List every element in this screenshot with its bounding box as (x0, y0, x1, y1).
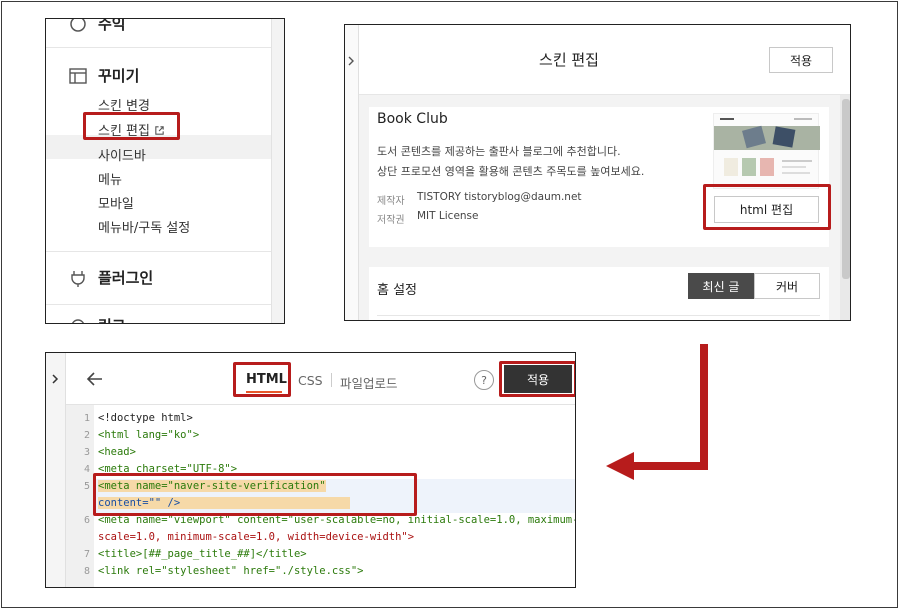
collapse-side[interactable] (46, 353, 66, 587)
tab-css[interactable]: CSS (298, 373, 323, 388)
tab-divider (331, 373, 332, 387)
highlight-box-skin-edit (83, 112, 180, 140)
code-line: <link rel="stylesheet" href="./style.css… (98, 565, 364, 577)
line-number: 1 (83, 413, 90, 424)
license-value: MIT License (417, 210, 479, 222)
arrow-head (606, 452, 634, 480)
license-label: 저작권 (377, 215, 405, 226)
link-icon (68, 316, 88, 323)
line-number: 7 (83, 549, 90, 560)
sidebar-section-label: 수익 (98, 18, 126, 33)
home-settings-card: 홈 설정 최신 글 커버 (369, 267, 829, 320)
sidebar-section-decor[interactable]: 꾸미기 (68, 65, 139, 86)
sidebar-item-menu[interactable]: 메뉴 (98, 169, 122, 188)
divider (46, 251, 271, 252)
arrow-vertical (700, 344, 708, 470)
collapse-side[interactable] (345, 25, 359, 320)
skin-editor-header: 스킨 편집 적용 (359, 25, 850, 95)
line-number: 3 (83, 447, 90, 458)
scrollbar[interactable] (840, 95, 850, 320)
line-number: 2 (83, 430, 90, 441)
line-number: 4 (83, 464, 90, 475)
sidebar-section-label: 플러그인 (98, 269, 154, 287)
code-line: <html lang="ko"> (98, 429, 200, 441)
apply-button[interactable]: 적용 (769, 47, 833, 73)
tab-file-upload[interactable]: 파일업로드 (340, 373, 398, 392)
scrollbar-thumb[interactable] (842, 99, 850, 279)
maker-label: 제작자 (377, 196, 405, 207)
line-number: 6 (83, 515, 90, 526)
highlight-box-html-edit (703, 184, 831, 230)
sidebar-item-mobile[interactable]: 모바일 (98, 193, 134, 212)
sidebar-panel: 수익 꾸미기 스킨 변경 스킨 편집 사이드바 메뉴 모바일 메뉴바/구독 설정… (45, 18, 285, 324)
skin-editor-panel: 스킨 편집 적용 Book Club 도서 콘텐츠를 제공하는 출판사 블로그에… (344, 24, 851, 321)
tab-cover[interactable]: 커버 (754, 273, 820, 299)
code-line: <head> (98, 446, 136, 458)
tab-recent-posts[interactable]: 최신 글 (688, 273, 754, 299)
sidebar-item-sidebar[interactable]: 사이드바 (98, 145, 146, 164)
sidebar-section-revenue[interactable]: 수익 (68, 18, 126, 34)
divider (377, 315, 820, 316)
skin-description-1: 도서 콘텐츠를 제공하는 출판사 블로그에 추천합니다. (377, 145, 621, 158)
line-number-gutter: 1 2 3 4 5 6 7 8 (66, 405, 94, 587)
back-arrow-icon[interactable] (84, 368, 106, 390)
highlight-box-html-tab (233, 362, 291, 397)
chevron-right-icon (52, 374, 59, 384)
sidebar-scroll-gutter (271, 19, 284, 323)
code-line: <title>[##_page_title_##]</title> (98, 548, 307, 560)
line-number: 8 (83, 566, 90, 577)
divider (46, 304, 271, 305)
layout-icon (68, 66, 88, 86)
divider (46, 47, 271, 48)
sidebar-section-link[interactable]: 링크 (68, 315, 126, 323)
help-icon[interactable]: ? (474, 370, 494, 390)
highlight-box-meta-tag (93, 473, 417, 516)
code-line: scale=1.0, minimum-scale=1.0, width=devi… (98, 531, 415, 543)
html-editor-panel: HTML CSS 파일업로드 ? 적용 1 2 3 4 5 6 7 8 <!do… (45, 352, 576, 588)
sidebar-section-label: 링크 (98, 315, 126, 323)
line-number: 5 (83, 481, 90, 492)
code-line: <!doctype html> (98, 412, 193, 424)
maker-value: TISTORY tistoryblog@daum.net (417, 191, 582, 203)
home-settings-label: 홈 설정 (377, 283, 418, 298)
sidebar-section-label: 꾸미기 (98, 67, 140, 85)
plug-icon (68, 268, 88, 288)
coin-icon (68, 19, 88, 34)
skin-preview-image (713, 113, 820, 189)
arrow-horizontal (632, 462, 708, 470)
skin-description-2: 상단 프로모션 영역을 활용해 콘텐츠 주목도를 높여보세요. (377, 165, 645, 178)
highlight-box-apply (499, 361, 575, 397)
page-title: 스킨 편집 (539, 51, 599, 69)
sidebar-item-menubar[interactable]: 메뉴바/구독 설정 (98, 217, 190, 236)
sidebar-section-plugin[interactable]: 플러그인 (68, 267, 153, 288)
chevron-right-icon (348, 56, 354, 66)
skin-name: Book Club (377, 111, 448, 127)
